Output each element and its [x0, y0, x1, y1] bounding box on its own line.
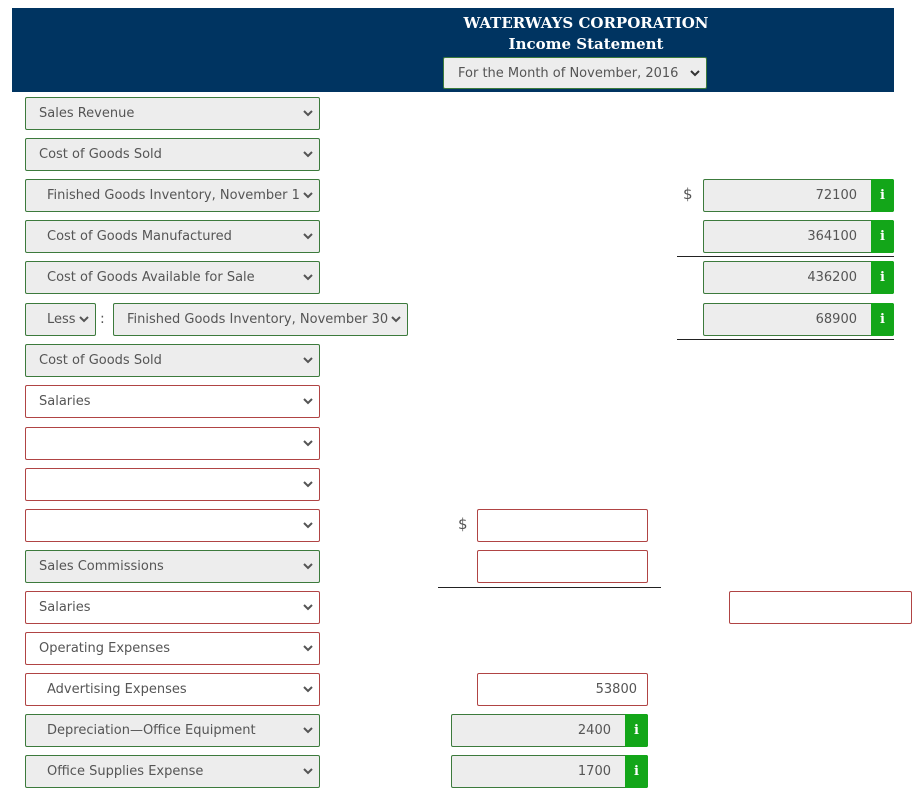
chevron-down-icon: [688, 58, 702, 88]
amount-input-salaries-total[interactable]: [729, 591, 912, 624]
info-icon[interactable]: i: [871, 179, 894, 212]
select-fg-inventory-nov1[interactable]: Finished Goods Inventory, November 1: [25, 179, 320, 212]
info-icon[interactable]: i: [871, 303, 894, 336]
select-fg-inventory-nov30[interactable]: Finished Goods Inventory, November 30: [113, 303, 408, 336]
chevron-down-icon: [301, 674, 315, 705]
amount-depreciation[interactable]: 2400 i: [451, 714, 648, 747]
company-name: WATERWAYS CORPORATION: [463, 14, 709, 32]
select-label: Salaries: [39, 394, 91, 409]
chevron-down-icon: [389, 304, 403, 335]
amount-value: 1700: [577, 764, 611, 779]
info-icon[interactable]: i: [625, 714, 648, 747]
amount-input-sales-commissions[interactable]: [477, 550, 648, 583]
amount-value: 72100: [815, 188, 857, 203]
amount-value: 364100: [807, 229, 857, 244]
select-cogs-heading[interactable]: Cost of Goods Sold: [25, 138, 320, 171]
period-select-value: For the Month of November, 2016: [458, 66, 679, 81]
chevron-down-icon: [301, 469, 315, 500]
chevron-down-icon: [301, 551, 315, 582]
chevron-down-icon: [301, 262, 315, 293]
dollar-sign: $: [458, 515, 468, 533]
amount-cogm[interactable]: 364100 i: [703, 220, 894, 253]
select-sales-revenue[interactable]: Sales Revenue: [25, 97, 320, 130]
amount-input-advertising[interactable]: 53800: [477, 673, 648, 706]
info-icon[interactable]: i: [871, 220, 894, 253]
select-salaries-1[interactable]: Salaries: [25, 385, 320, 418]
select-cogas[interactable]: Cost of Goods Available for Sale: [25, 261, 320, 294]
amount-cogas[interactable]: 436200 i: [703, 261, 894, 294]
chevron-down-icon: [301, 345, 315, 376]
chevron-down-icon: [301, 386, 315, 417]
select-label: Cost of Goods Sold: [39, 353, 162, 368]
select-label: Sales Commissions: [39, 559, 164, 574]
chevron-down-icon: [301, 715, 315, 746]
chevron-down-icon: [301, 510, 315, 541]
select-label: Cost of Goods Sold: [39, 147, 162, 162]
select-salaries-2[interactable]: Salaries: [25, 591, 320, 624]
select-operating-expenses[interactable]: Operating Expenses: [25, 632, 320, 665]
chevron-down-icon: [301, 221, 315, 252]
select-blank-2[interactable]: [25, 468, 320, 501]
statement-title: Income Statement: [508, 35, 664, 53]
amount-value: 436200: [807, 270, 857, 285]
select-label: Less: [47, 312, 76, 327]
chevron-down-icon: [77, 304, 91, 335]
chevron-down-icon: [301, 98, 315, 129]
chevron-down-icon: [301, 756, 315, 787]
select-depreciation[interactable]: Depreciation—Office Equipment: [25, 714, 320, 747]
select-cogs-total[interactable]: Cost of Goods Sold: [25, 344, 320, 377]
amount-fg-inventory-nov1[interactable]: 72100 i: [703, 179, 894, 212]
chevron-down-icon: [301, 633, 315, 664]
select-label: Advertising Expenses: [47, 682, 187, 697]
chevron-down-icon: [301, 428, 315, 459]
select-less[interactable]: Less: [25, 303, 96, 336]
select-label: Finished Goods Inventory, November 1: [47, 188, 300, 203]
chevron-down-icon: [301, 592, 315, 623]
select-advertising[interactable]: Advertising Expenses: [25, 673, 320, 706]
chevron-down-icon: [301, 180, 315, 211]
select-label: Salaries: [39, 600, 91, 615]
colon-separator: :: [100, 311, 105, 327]
select-blank-1[interactable]: [25, 427, 320, 460]
info-icon[interactable]: i: [871, 261, 894, 294]
amount-input-blank-3[interactable]: [477, 509, 648, 542]
amount-value: 2400: [577, 723, 611, 738]
chevron-down-icon: [301, 139, 315, 170]
select-label: Cost of Goods Available for Sale: [47, 270, 255, 285]
period-select[interactable]: For the Month of November, 2016: [443, 57, 707, 89]
amount-value: 53800: [595, 682, 637, 697]
amount-office-supplies[interactable]: 1700 i: [451, 755, 648, 788]
dollar-sign: $: [683, 185, 693, 203]
select-blank-3[interactable]: [25, 509, 320, 542]
amount-fg-inventory-nov30[interactable]: 68900 i: [703, 303, 894, 336]
select-label: Depreciation—Office Equipment: [47, 723, 256, 738]
info-icon[interactable]: i: [625, 755, 648, 788]
subtotal-rule: [677, 339, 894, 340]
select-sales-commissions[interactable]: Sales Commissions: [25, 550, 320, 583]
select-label: Cost of Goods Manufactured: [47, 229, 232, 244]
select-label: Sales Revenue: [39, 106, 135, 121]
select-office-supplies[interactable]: Office Supplies Expense: [25, 755, 320, 788]
select-label: Finished Goods Inventory, November 30: [127, 312, 389, 327]
select-cogm[interactable]: Cost of Goods Manufactured: [25, 220, 320, 253]
subtotal-rule: [438, 587, 661, 588]
select-label: Operating Expenses: [39, 641, 171, 656]
select-label: Office Supplies Expense: [47, 764, 204, 779]
amount-value: 68900: [815, 312, 857, 327]
subtotal-rule: [677, 256, 894, 257]
